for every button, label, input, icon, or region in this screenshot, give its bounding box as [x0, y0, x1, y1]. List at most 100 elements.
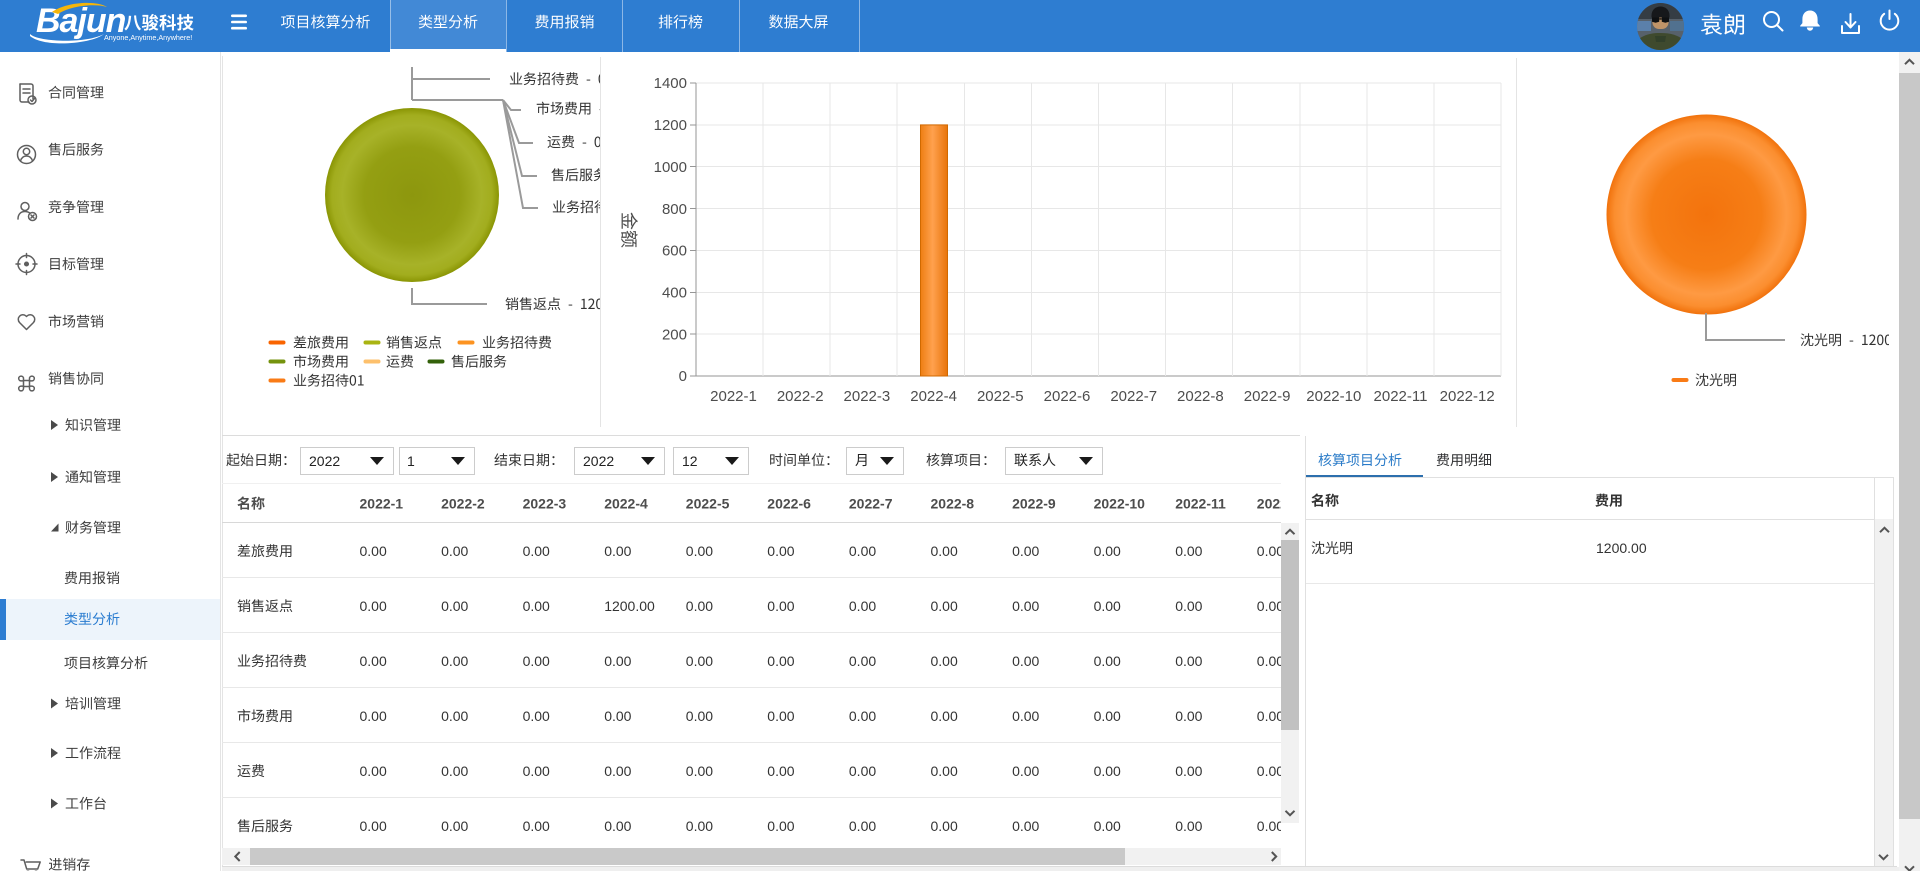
svg-text:0.00: 0.00	[1257, 763, 1284, 779]
svg-text:0.00: 0.00	[1257, 653, 1284, 669]
svg-text:0.00: 0.00	[1094, 708, 1121, 724]
svg-text:0.00: 0.00	[441, 653, 468, 669]
svg-text:0.00: 0.00	[360, 543, 387, 559]
svg-text:2022-1: 2022-1	[360, 496, 404, 512]
svg-text:0.00: 0.00	[686, 653, 713, 669]
svg-text:800: 800	[662, 201, 687, 218]
svg-text:0.00: 0.00	[523, 763, 550, 779]
svg-text:0.00: 0.00	[1012, 543, 1039, 559]
svg-text:0.00: 0.00	[360, 598, 387, 614]
svg-text:2022-7: 2022-7	[1110, 388, 1157, 405]
svg-text:0.00: 0.00	[767, 653, 794, 669]
svg-text:2022-2: 2022-2	[441, 496, 485, 512]
svg-text:0.00: 0.00	[1094, 598, 1121, 614]
svg-text:0.00: 0.00	[931, 598, 958, 614]
svg-text:2022-6: 2022-6	[1044, 388, 1091, 405]
svg-text:600: 600	[662, 243, 687, 260]
svg-text:12: 12	[682, 453, 698, 469]
svg-text:0: 0	[679, 368, 687, 385]
svg-text:0.00: 0.00	[1094, 543, 1121, 559]
svg-text:0.00: 0.00	[1257, 598, 1284, 614]
svg-text:2022-6: 2022-6	[767, 496, 811, 512]
svg-text:0.00: 0.00	[360, 818, 387, 834]
svg-text:0.00: 0.00	[1175, 653, 1202, 669]
svg-text:2022-7: 2022-7	[849, 496, 893, 512]
svg-text:2022: 2022	[309, 453, 340, 469]
svg-text:1400: 1400	[654, 75, 687, 92]
svg-text:2022-1: 2022-1	[710, 388, 757, 405]
svg-text:2022-4: 2022-4	[910, 388, 957, 405]
svg-text:0.00: 0.00	[441, 708, 468, 724]
svg-text:0.00: 0.00	[767, 708, 794, 724]
svg-text:Anyone,Anytime,Anywhere!: Anyone,Anytime,Anywhere!	[104, 33, 192, 42]
svg-text:0.00: 0.00	[1012, 653, 1039, 669]
svg-text:2022-8: 2022-8	[1177, 388, 1224, 405]
svg-text:2022-12: 2022-12	[1440, 388, 1495, 405]
svg-text:0.00: 0.00	[849, 598, 876, 614]
svg-text:0.00: 0.00	[523, 818, 550, 834]
svg-text:0.00: 0.00	[931, 708, 958, 724]
svg-text:0.00: 0.00	[686, 598, 713, 614]
svg-text:0.00: 0.00	[686, 763, 713, 779]
svg-text:2022-12: 2022-12	[1257, 496, 1309, 512]
svg-text:2022-8: 2022-8	[931, 496, 975, 512]
svg-text:0.00: 0.00	[1257, 818, 1284, 834]
svg-text:1000: 1000	[654, 159, 687, 176]
svg-text:0.00: 0.00	[441, 598, 468, 614]
svg-text:2022-4: 2022-4	[604, 496, 648, 512]
svg-text:0.00: 0.00	[604, 708, 631, 724]
svg-text:2022-10: 2022-10	[1094, 496, 1146, 512]
svg-text:0.00: 0.00	[523, 543, 550, 559]
svg-text:0.00: 0.00	[360, 653, 387, 669]
svg-text:0.00: 0.00	[931, 653, 958, 669]
svg-text:0.00: 0.00	[1175, 543, 1202, 559]
svg-text:2022-2: 2022-2	[777, 388, 824, 405]
svg-text:0.00: 0.00	[604, 653, 631, 669]
svg-text:2022-11: 2022-11	[1374, 388, 1428, 405]
svg-text:2022-10: 2022-10	[1306, 388, 1361, 405]
svg-text:0.00: 0.00	[604, 763, 631, 779]
svg-text:1200: 1200	[654, 117, 687, 134]
svg-text:0.00: 0.00	[931, 543, 958, 559]
svg-text:0.00: 0.00	[1257, 543, 1284, 559]
svg-text:0.00: 0.00	[686, 543, 713, 559]
svg-text:0.00: 0.00	[849, 763, 876, 779]
svg-text:0.00: 0.00	[767, 818, 794, 834]
svg-text:0.00: 0.00	[1257, 708, 1284, 724]
svg-text:0.00: 0.00	[1175, 818, 1202, 834]
svg-text:0.00: 0.00	[686, 818, 713, 834]
svg-text:0.00: 0.00	[931, 763, 958, 779]
svg-text:0.00: 0.00	[849, 708, 876, 724]
svg-text:0.00: 0.00	[849, 543, 876, 559]
svg-text:0.00: 0.00	[1175, 598, 1202, 614]
svg-text:0.00: 0.00	[849, 818, 876, 834]
svg-text:0.00: 0.00	[441, 818, 468, 834]
svg-text:1200.00: 1200.00	[604, 598, 655, 614]
svg-text:0.00: 0.00	[1012, 818, 1039, 834]
svg-text:0.00: 0.00	[1175, 763, 1202, 779]
svg-text:2022-11: 2022-11	[1175, 496, 1226, 512]
svg-text:0.00: 0.00	[767, 543, 794, 559]
svg-text:1200.00: 1200.00	[1596, 540, 1647, 556]
svg-text:200: 200	[662, 326, 687, 343]
svg-text:0.00: 0.00	[523, 708, 550, 724]
svg-text:2022-9: 2022-9	[1244, 388, 1291, 405]
svg-text:0.00: 0.00	[931, 818, 958, 834]
svg-text:0.00: 0.00	[1094, 653, 1121, 669]
svg-text:0.00: 0.00	[523, 598, 550, 614]
svg-text:2022-5: 2022-5	[686, 496, 730, 512]
svg-text:0.00: 0.00	[604, 543, 631, 559]
svg-text:0.00: 0.00	[767, 763, 794, 779]
svg-text:0.00: 0.00	[1012, 598, 1039, 614]
svg-text:0.00: 0.00	[604, 818, 631, 834]
svg-text:0.00: 0.00	[1094, 818, 1121, 834]
svg-text:0.00: 0.00	[1012, 708, 1039, 724]
svg-text:400: 400	[662, 285, 687, 302]
svg-text:0.00: 0.00	[1175, 708, 1202, 724]
svg-text:0.00: 0.00	[767, 598, 794, 614]
svg-text:0.00: 0.00	[523, 653, 550, 669]
svg-text:1: 1	[407, 453, 415, 469]
svg-text:0.00: 0.00	[360, 763, 387, 779]
svg-text:2022-5: 2022-5	[977, 388, 1024, 405]
svg-text:0.00: 0.00	[441, 543, 468, 559]
